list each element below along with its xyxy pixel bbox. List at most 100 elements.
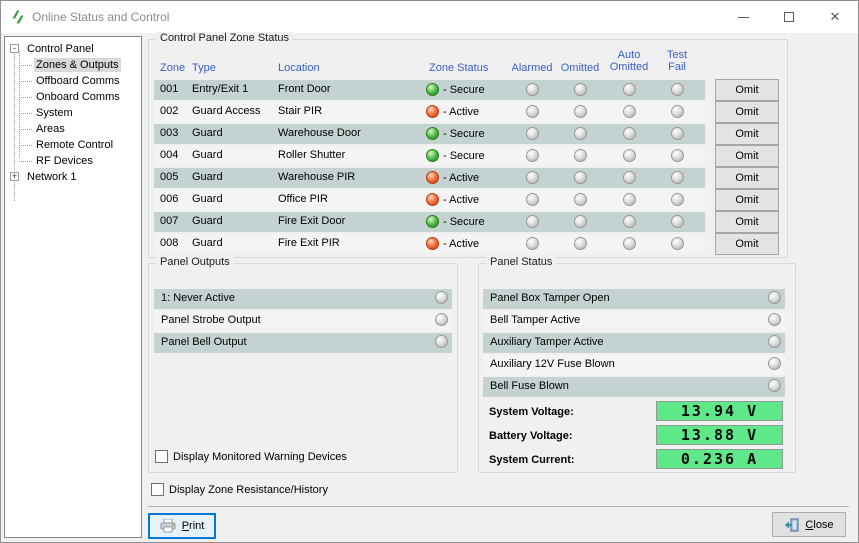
- tree-item-rf-devices[interactable]: RF Devices: [5, 153, 95, 169]
- auto-omitted-led: [623, 237, 636, 250]
- expand-icon[interactable]: +: [10, 172, 19, 181]
- tree-item-control-panel[interactable]: - Control Panel: [5, 41, 96, 57]
- zone-status-led: [426, 127, 439, 140]
- zone-row-005: 005 Guard Warehouse PIR - Active: [154, 168, 705, 188]
- zone-resistance-history-checkbox[interactable]: Display Zone Resistance/History: [151, 483, 328, 496]
- alarmed-led: [526, 193, 539, 206]
- tree-item-label: System: [34, 106, 75, 120]
- zone-number: 008: [160, 237, 178, 249]
- zone-number: 003: [160, 127, 178, 139]
- close-button-label: Close: [805, 519, 833, 531]
- col-header-location: Location: [278, 62, 320, 74]
- checkbox-label: Display Zone Resistance/History: [169, 484, 328, 496]
- tree-item-offboard-comms[interactable]: Offboard Comms: [5, 73, 122, 89]
- collapse-icon[interactable]: -: [10, 44, 19, 53]
- zone-type: Guard: [192, 127, 223, 139]
- zone-number: 001: [160, 83, 178, 95]
- system-voltage-label: System Voltage:: [489, 406, 574, 418]
- zone-type: Guard: [192, 193, 223, 205]
- zone-status-led: [426, 193, 439, 206]
- tree-item-network-1[interactable]: + Network 1: [5, 169, 79, 185]
- monitored-warning-devices-checkbox[interactable]: Display Monitored Warning Devices: [155, 450, 347, 463]
- zone-location: Office PIR: [278, 193, 328, 205]
- status-row-box-tamper: Panel Box Tamper Open: [483, 289, 785, 309]
- zone-status-text: - Active: [443, 172, 479, 184]
- group-title: Panel Outputs: [156, 256, 234, 268]
- test-fail-led: [671, 171, 684, 184]
- online-status-window: Online Status and Control ✕ - Control Pa…: [0, 0, 859, 543]
- zone-status-cell: - Secure: [426, 83, 485, 96]
- omit-button-004[interactable]: Omit: [715, 145, 779, 167]
- omitted-led: [574, 193, 587, 206]
- zone-row-006: 006 Guard Office PIR - Active: [154, 190, 705, 210]
- system-voltage-value: 13.94 V: [656, 401, 783, 421]
- maximize-icon: [784, 12, 794, 22]
- zone-status-text: - Active: [443, 238, 479, 250]
- window-title: Online Status and Control: [32, 10, 169, 24]
- omit-button-007[interactable]: Omit: [715, 211, 779, 233]
- printer-icon: [160, 519, 176, 533]
- omit-button-003[interactable]: Omit: [715, 123, 779, 145]
- tree-item-areas[interactable]: Areas: [5, 121, 67, 137]
- close-window-button[interactable]: ✕: [812, 1, 858, 33]
- zone-row-002: 002 Guard Access Stair PIR - Active: [154, 102, 705, 122]
- zone-location: Roller Shutter: [278, 149, 345, 161]
- tree-item-zones-outputs[interactable]: Zones & Outputs: [5, 57, 121, 73]
- print-button[interactable]: Print: [148, 513, 216, 539]
- test-fail-led: [671, 193, 684, 206]
- close-button[interactable]: Close: [772, 512, 846, 537]
- alarmed-led: [526, 105, 539, 118]
- zone-type: Guard Access: [192, 105, 260, 117]
- omit-button-008[interactable]: Omit: [715, 233, 779, 255]
- status-led: [768, 291, 781, 304]
- test-fail-led: [671, 83, 684, 96]
- close-icon: ✕: [830, 9, 841, 25]
- omit-button-001[interactable]: Omit: [715, 79, 779, 101]
- zone-number: 004: [160, 149, 178, 161]
- col-header-test-fail: Test Fail: [667, 49, 687, 73]
- status-row-aux-tamper: Auxiliary Tamper Active: [483, 333, 785, 353]
- zone-number: 007: [160, 215, 178, 227]
- auto-omitted-led: [623, 171, 636, 184]
- zone-status-text: - Secure: [443, 84, 485, 96]
- omit-button-002[interactable]: Omit: [715, 101, 779, 123]
- omitted-led: [574, 83, 587, 96]
- status-row-aux-fuse: Auxiliary 12V Fuse Blown: [483, 355, 785, 375]
- col-header-omitted: Omitted: [561, 62, 600, 74]
- minimize-icon: [738, 17, 749, 18]
- app-logo-icon: [10, 9, 26, 25]
- omit-button-006[interactable]: Omit: [715, 189, 779, 211]
- tree-item-label: Control Panel: [25, 42, 96, 56]
- tree-item-label: Areas: [34, 122, 67, 136]
- zone-location: Stair PIR: [278, 105, 322, 117]
- tree-item-label: Remote Control: [34, 138, 115, 152]
- status-label: Auxiliary 12V Fuse Blown: [490, 358, 615, 370]
- output-label: Panel Strobe Output: [161, 314, 261, 326]
- zone-number: 006: [160, 193, 178, 205]
- zone-status-led: [426, 237, 439, 250]
- zone-status-text: - Secure: [443, 150, 485, 162]
- omitted-led: [574, 127, 587, 140]
- col-header-auto-omitted: Auto Omitted: [610, 49, 649, 73]
- omitted-led: [574, 215, 587, 228]
- omit-button-005[interactable]: Omit: [715, 167, 779, 189]
- checkbox-box[interactable]: [151, 483, 164, 496]
- tree-item-remote-control[interactable]: Remote Control: [5, 137, 115, 153]
- maximize-button[interactable]: [766, 1, 812, 33]
- tree-item-system[interactable]: System: [5, 105, 75, 121]
- output-label: Panel Bell Output: [161, 336, 247, 348]
- alarmed-led: [526, 215, 539, 228]
- group-title: Control Panel Zone Status: [156, 32, 293, 44]
- minimize-button[interactable]: [720, 1, 766, 33]
- output-led: [435, 291, 448, 304]
- auto-omitted-led: [623, 149, 636, 162]
- tree-item-onboard-comms[interactable]: Onboard Comms: [5, 89, 122, 105]
- omitted-led: [574, 149, 587, 162]
- output-row-strobe: Panel Strobe Output: [154, 311, 452, 331]
- system-current-label: System Current:: [489, 454, 575, 466]
- checkbox-box[interactable]: [155, 450, 168, 463]
- zone-location: Front Door: [278, 83, 331, 95]
- test-fail-led: [671, 127, 684, 140]
- omitted-led: [574, 171, 587, 184]
- system-current-value: 0.236 A: [656, 449, 783, 469]
